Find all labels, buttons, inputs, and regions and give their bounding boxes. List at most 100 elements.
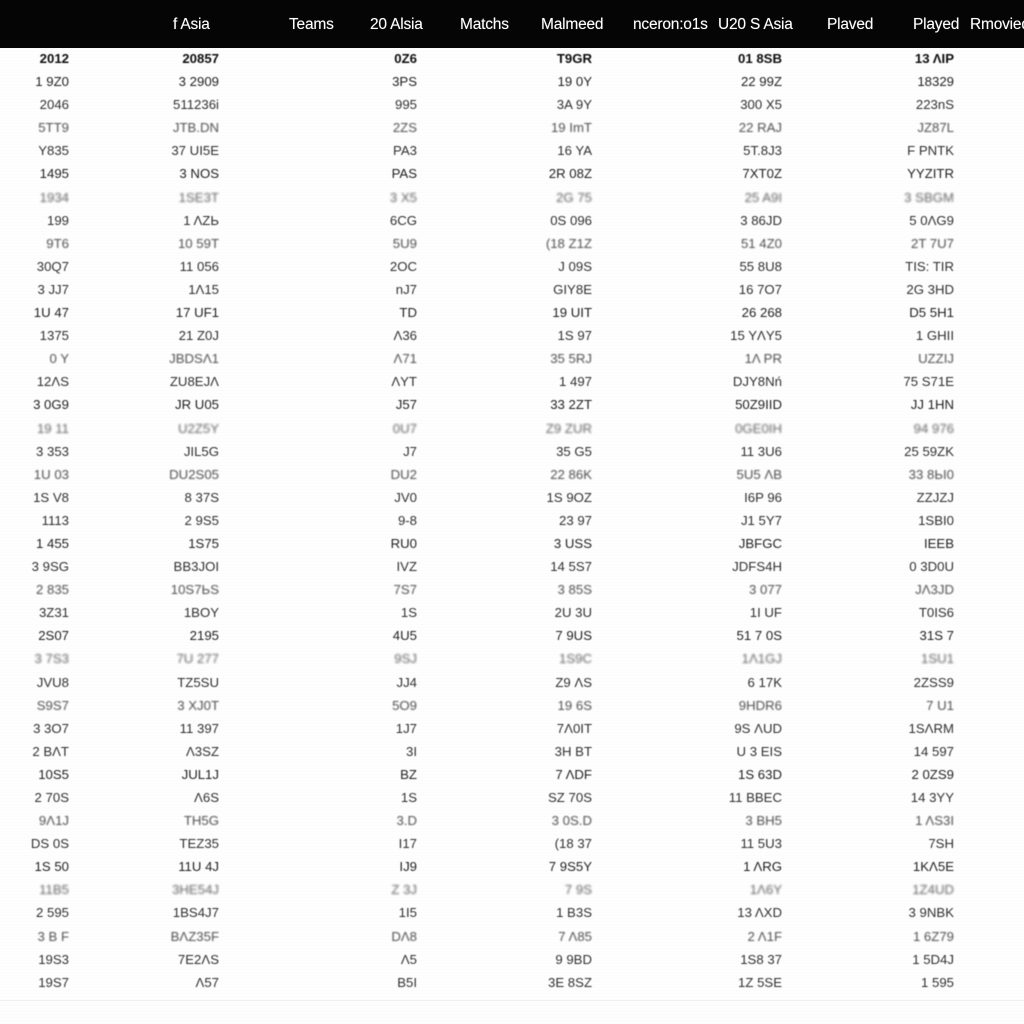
table-cell: 9T6	[46, 235, 69, 251]
table-cell: 01 8SB	[738, 51, 782, 66]
table-row[interactable]: 3 3O7 11 397 1J7 7Λ0IT 9S ΛUD 1SΛRM	[0, 718, 1024, 741]
table-row[interactable]: 2012 20857 0Z6 T9GR 01 8SB 13 ΛΙΡ	[0, 48, 1024, 71]
table-cell: 2T 7U7	[910, 235, 954, 251]
table-row[interactable]: 1495 3 NOS PAS 2R 08Z 7XT0Z YYZITR	[0, 163, 1024, 186]
table-row[interactable]: 3 9SG BB3JOI IVZ 14 5S7 JDFS4H 0 3D0U	[0, 556, 1024, 579]
table-cell: 199	[46, 212, 69, 228]
table-row[interactable]: 2 70S Λ6S 1S SZ 70S 11 BBEC 14 3YY	[0, 787, 1024, 810]
table-cell: 51 4Z0	[740, 235, 782, 251]
table-row[interactable]: 3 B F BΛZ35F DΛ8 7 Λ85 2 Λ1F 1 6Z79	[0, 926, 1024, 949]
table-cell: JZ87L	[917, 120, 954, 136]
table-cell: 7SH	[928, 836, 954, 852]
table-cell: 3 86JD	[740, 212, 782, 228]
column-header-9[interactable]: Rmovied	[970, 16, 1024, 34]
column-header-4[interactable]: Malmeed	[541, 16, 604, 34]
table-cell: 3 XJ0T	[177, 697, 219, 713]
table-row[interactable]: 3 7S3 7U 277 9SJ 1S9C 1Λ1GJ 1SU1	[0, 648, 1024, 671]
table-cell: 11B5	[39, 882, 69, 898]
table-row[interactable]: 5TT9 JTB.DN 2ZS 19 ImT 22 RAJ JZ87L	[0, 117, 1024, 140]
table-row[interactable]: 9Λ1J TH5G 3.D 3 0S.D 3 BH5 1 ΛS3I	[0, 810, 1024, 833]
table-cell: 1495	[39, 166, 69, 182]
table-row[interactable]: 3Z31 1BOY 1S 2U 3U 1I UF T0IS6	[0, 602, 1024, 625]
table-row[interactable]: 1U 03 DU2S05 DU2 22 86K 5U5 ΛB 33 8ЬI0	[0, 464, 1024, 487]
table-cell: B5I	[397, 974, 417, 990]
table-row[interactable]: 0 Y JBDSΛ1 Λ71 35 5RJ 1Λ PR UZZΙJ	[0, 348, 1024, 371]
table-row[interactable]: 2 835 10S7ЬS 7S7 3 85S 3 077 JΛ3JD	[0, 579, 1024, 602]
table-cell: 5U9	[392, 235, 417, 251]
table-cell: 3H BT	[554, 743, 592, 759]
table-cell: 1 6Z79	[912, 928, 954, 944]
column-header-1[interactable]: Teams	[289, 16, 334, 34]
column-header-6[interactable]: U20 S Asia	[718, 16, 793, 34]
table-cell: UZZΙJ	[918, 351, 954, 367]
table-row[interactable]: 2 BΛT Λ3SZ 3I 3H BT U 3 EIS 14 597	[0, 741, 1024, 764]
table-cell: U2Z5Y	[177, 420, 219, 436]
table-row[interactable]: 199 1 ΛZЬ 6CG 0S 096 3 86JD 5 0ΛG9	[0, 210, 1024, 233]
table-cell: T0IS6	[918, 605, 954, 621]
table-cell: 5U5 ΛB	[736, 466, 782, 482]
table-cell: IEEB	[923, 535, 954, 551]
table-cell: J 09S	[558, 258, 592, 274]
table-cell: 15 YΛY5	[730, 328, 782, 344]
table-row[interactable]: 2 595 1BS4J7 1I5 1 B3S 13 ΛXD 3 9NBK	[0, 902, 1024, 925]
table-cell: 1Z 5SE	[738, 974, 782, 990]
table-cell: 1SΛRM	[908, 720, 954, 736]
column-header-0[interactable]: f Asia	[173, 16, 210, 34]
column-header-3[interactable]: Matchs	[460, 16, 509, 34]
table-cell: Λ71	[393, 351, 417, 367]
table-cell: 0 Y	[49, 351, 69, 367]
table-cell: 7 9US	[555, 628, 592, 644]
table-cell: 2 9S5	[184, 512, 219, 528]
table-cell: 11 056	[179, 258, 219, 274]
table-cell: 7Λ0IT	[556, 720, 592, 736]
table-row[interactable]: 2046 511236i 995 3A 9Y 300 X5 223nS	[0, 94, 1024, 117]
table-cell: BZ	[400, 766, 417, 782]
table-cell: 1SU1	[921, 651, 954, 667]
table-row[interactable]: 1U 47 17 UF1 TD 19 UIT 26 268 D5 5H1	[0, 302, 1024, 325]
table-cell: 3 USS	[553, 535, 592, 551]
table-cell: 2S07	[38, 628, 69, 644]
table-row[interactable]: 10S5 JUL1J BZ 7 ΛDF 1S 63D 2 0ZS9	[0, 764, 1024, 787]
table-row[interactable]: 3 353 JIL5G J7 35 G5 11 3U6 25 59ZK	[0, 441, 1024, 464]
table-cell: 9HDR6	[738, 697, 782, 713]
table-row[interactable]: Y835 37 UI5E PA3 16 YA 5T.8J3 F PNTK	[0, 140, 1024, 163]
table-row[interactable]: S9S7 3 XJ0T 5O9 19 6S 9HDR6 7 U1	[0, 695, 1024, 718]
table-cell: 1Λ6Y	[749, 882, 782, 898]
table-row[interactable]: 3 0G9 JR U05 J57 33 2ZT 50Z9IID JJ 1HN	[0, 394, 1024, 417]
table-cell: 2U 3U	[554, 605, 592, 621]
table-row[interactable]: JVU8 TZ5SU JJ4 Z9 ΛS 6 17K 2ZSS9	[0, 672, 1024, 695]
table-row[interactable]: 1S V8 8 37S JV0 1S 9OZ I6P 96 ZZJZJ	[0, 487, 1024, 510]
column-header-7[interactable]: Plaved	[827, 16, 873, 34]
column-header-5[interactable]: nceron:o1s	[633, 16, 708, 34]
table-row[interactable]: 9T6 10 59T 5U9 (18 Z1Z 51 4Z0 2T 7U7	[0, 233, 1024, 256]
table-row[interactable]: 1 9Z0 3 2909 3PS 19 0Y 22 99Z 18329	[0, 71, 1024, 94]
table-cell: (18 Z1Z	[545, 235, 592, 251]
table-cell: 1S 63D	[738, 766, 782, 782]
table-cell: 1S75	[188, 535, 219, 551]
table-row[interactable]: 30Q7 11 056 2OC J 09S 55 8U8 TIS: TIR	[0, 256, 1024, 279]
table-row[interactable]: 19S7 Λ57 B5I 3E 8SZ 1Z 5SE 1 595	[0, 972, 1024, 995]
table-cell: 1 5D4J	[912, 951, 954, 967]
table-row[interactable]: 1S 50 11U 4J IJ9 7 9S5Y 1 ΛRG 1KΛ5E	[0, 856, 1024, 879]
table-row[interactable]: 1113 2 9S5 9-8 23 97 J1 5Y7 1SBI0	[0, 510, 1024, 533]
table-cell: 2G 3HD	[906, 281, 954, 297]
table-cell: 51 7 0S	[736, 628, 782, 644]
table-row[interactable]: 11B5 3HE54J Z 3J 7 9S 1Λ6Y 1Z4UD	[0, 879, 1024, 902]
table-row[interactable]: DS 0S TEZ35 I17 (18 37 11 5U3 7SH	[0, 833, 1024, 856]
table-row[interactable]: 1 455 1S75 RU0 3 USS JBFGC IEEB	[0, 533, 1024, 556]
table-row[interactable]: 19 11 U2Z5Y 0U7 Z9 ZUR 0GE0IH 94 976	[0, 418, 1024, 441]
table-row[interactable]: 3 JJ7 1Λ15 nJ7 GIY8E 16 7O7 2G 3HD	[0, 279, 1024, 302]
table-cell: nJ7	[395, 281, 417, 297]
table-body[interactable]: 2012 20857 0Z6 T9GR 01 8SB 13 ΛΙΡ 1 9Z0 3 2909 3…	[0, 48, 1024, 1000]
table-row[interactable]: 19S3 7E2ΛS Λ5 9 9BD 1S8 37 1 5D4J	[0, 949, 1024, 972]
column-header-8[interactable]: Played	[913, 16, 959, 34]
table-row[interactable]: 12ΛS ZU8EJΛ ΛYT 1 497 DJY8Nń 75 S71E	[0, 371, 1024, 394]
table-cell: 1 ΛRG	[743, 859, 782, 875]
column-header-2[interactable]: 20 Alsia	[370, 16, 423, 34]
table-cell: 3 SBGM	[904, 189, 954, 205]
table-row[interactable]: 1375 21 Z0J Λ36 1S 97 15 YΛY5 1 GHII	[0, 325, 1024, 348]
table-row[interactable]: 1934 1SE3T 3 X5 2G 75 25 A9I 3 SBGM	[0, 187, 1024, 210]
table-row[interactable]: 2S07 2195 4U5 7 9US 51 7 0S 31S 7	[0, 625, 1024, 648]
table-cell: Z 3J	[391, 882, 417, 898]
table-cell: 0U7	[392, 420, 417, 436]
